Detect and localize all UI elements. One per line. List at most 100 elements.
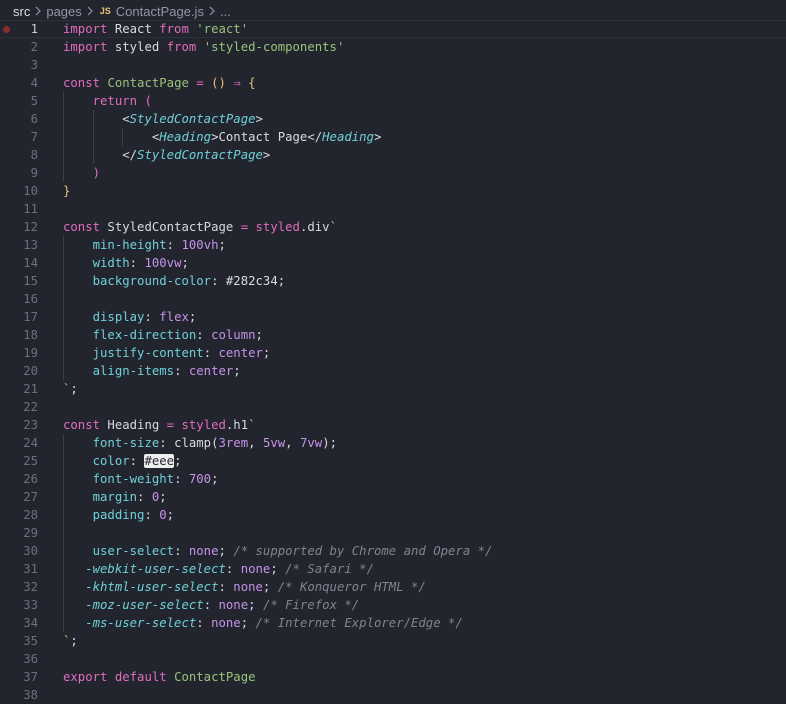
code-line[interactable]: 5 return ( xyxy=(0,92,786,110)
code-token: export xyxy=(63,670,108,684)
line-number: 12 xyxy=(23,220,38,234)
code-line[interactable]: 18 flex-direction: column; xyxy=(0,326,786,344)
code-token: 100vh xyxy=(181,238,219,252)
code-line[interactable]: 28 padding: 0; xyxy=(0,506,786,524)
code-line[interactable]: 37 export default ContactPage xyxy=(0,668,786,686)
code-text: font-size: clamp(3rem, 5vw, 7vw); xyxy=(63,434,337,452)
chevron-right-icon xyxy=(31,4,45,18)
code-line[interactable]: 20 align-items: center; xyxy=(0,362,786,380)
code-token: center xyxy=(188,364,234,378)
code-line[interactable]: 24 font-size: clamp(3rem, 5vw, 7vw); xyxy=(0,434,786,452)
code-line[interactable]: 36 xyxy=(0,650,786,668)
code-line[interactable]: 8 </StyledContactPage> xyxy=(0,146,786,164)
line-number: 10 xyxy=(23,184,38,198)
code-token: ; xyxy=(262,346,271,360)
code-token: styled xyxy=(255,220,300,234)
code-token: : #282c34; xyxy=(211,274,286,288)
code-token: , xyxy=(248,436,263,450)
code-line[interactable]: 14 width: 100vw; xyxy=(0,254,786,272)
code-token: width xyxy=(92,256,130,270)
code-token: import xyxy=(63,22,108,36)
code-token: /* Safari */ xyxy=(285,562,374,576)
code-token: { xyxy=(248,76,256,90)
breadcrumb-file[interactable]: ContactPage.js xyxy=(116,4,204,19)
line-number: 31 xyxy=(23,562,38,576)
code-text: </StyledContactPage> xyxy=(63,146,270,164)
code-text: background-color: #282c34; xyxy=(63,272,286,290)
code-token: const xyxy=(63,220,101,234)
code-token: </ xyxy=(63,148,138,162)
breadcrumb-src[interactable]: src xyxy=(13,4,30,19)
code-line[interactable]: 3 xyxy=(0,56,786,74)
code-line[interactable]: 35 `; xyxy=(0,632,786,650)
code-line[interactable]: 38 xyxy=(0,686,786,704)
code-line[interactable]: 10} xyxy=(0,182,786,200)
code-text: min-height: 100vh; xyxy=(63,236,226,254)
code-line[interactable]: 7 <Heading>Contact Page</Heading> xyxy=(0,128,786,146)
code-text: <StyledContactPage> xyxy=(63,110,263,128)
code-token: ; xyxy=(218,544,234,558)
code-token: /* supported by Chrome and Opera */ xyxy=(233,544,493,558)
code-line[interactable]: 22 xyxy=(0,398,786,416)
line-number: 33 xyxy=(23,598,38,612)
code-line[interactable]: 27 margin: 0; xyxy=(0,488,786,506)
line-number: 13 xyxy=(23,238,38,252)
breadcrumb: src pages JS ContactPage.js ... xyxy=(0,0,786,22)
code-token: () xyxy=(211,76,226,90)
code-line[interactable]: 9 ) xyxy=(0,164,786,182)
breadcrumb-more[interactable]: ... xyxy=(220,4,231,19)
code-text: ) xyxy=(63,164,100,182)
code-token: : xyxy=(166,238,182,252)
code-line[interactable]: 6 <StyledContactPage> xyxy=(0,110,786,128)
code-line[interactable]: 11 xyxy=(0,200,786,218)
line-number: 23 xyxy=(23,418,38,432)
code-line[interactable]: 26 font-weight: 700; xyxy=(0,470,786,488)
code-line[interactable]: 19 justify-content: center; xyxy=(0,344,786,362)
line-number: 2 xyxy=(30,40,38,54)
code-line[interactable]: 4 const ContactPage = () ⇒ { xyxy=(0,74,786,92)
code-text: const ContactPage = () ⇒ { xyxy=(63,74,256,92)
line-number: 4 xyxy=(30,76,38,90)
code-text: -ms-user-select: none; /* Internet Explo… xyxy=(63,614,463,632)
code-text: export default ContactPage xyxy=(63,668,256,686)
code-line[interactable]: 1 import React from 'react' xyxy=(0,20,786,38)
code-token: return xyxy=(92,94,138,108)
code-editor[interactable]: 1 import React from 'react' 2 import styled… xyxy=(0,20,786,704)
code-line[interactable]: 2 import styled from 'styled-components' xyxy=(0,38,786,56)
code-line[interactable]: 12 const StyledContactPage = styled.div` xyxy=(0,218,786,236)
line-number: 20 xyxy=(23,364,38,378)
code-token: ; xyxy=(248,598,263,612)
code-token: ; xyxy=(262,580,278,594)
line-number: 7 xyxy=(30,130,38,144)
code-token: 100vw xyxy=(144,256,182,270)
code-line[interactable]: 21 `; xyxy=(0,380,786,398)
code-line[interactable]: 31 -webkit-user-select: none; /* Safari … xyxy=(0,560,786,578)
code-token: display xyxy=(92,310,145,324)
code-text: -webkit-user-select: none; /* Safari */ xyxy=(63,560,374,578)
code-line[interactable]: 13 min-height: 100vh; xyxy=(0,236,786,254)
code-token: ; xyxy=(218,238,226,252)
line-number: 38 xyxy=(23,688,38,702)
code-line[interactable]: 32 -khtml-user-select: none; /* Konquero… xyxy=(0,578,786,596)
code-line[interactable]: 34 -ms-user-select: none; /* Internet Ex… xyxy=(0,614,786,632)
code-text: padding: 0; xyxy=(63,506,174,524)
code-token: = xyxy=(196,76,204,90)
code-token: padding xyxy=(92,508,145,522)
code-token: : xyxy=(218,580,234,594)
code-line[interactable]: 30 user-select: none; /* supported by Ch… xyxy=(0,542,786,560)
line-number: 3 xyxy=(30,58,38,72)
code-line[interactable]: 17 display: flex; xyxy=(0,308,786,326)
code-line[interactable]: 25 color: #eee; xyxy=(0,452,786,470)
code-line[interactable]: 15 background-color: #282c34; xyxy=(0,272,786,290)
line-number: 25 xyxy=(23,454,38,468)
code-line[interactable]: 23 const Heading = styled.h1` xyxy=(0,416,786,434)
breadcrumb-pages[interactable]: pages xyxy=(46,4,81,19)
code-line[interactable]: 16 xyxy=(0,290,786,308)
code-line[interactable]: 29 xyxy=(0,524,786,542)
code-line[interactable]: 33 -moz-user-select: none; /* Firefox */ xyxy=(0,596,786,614)
